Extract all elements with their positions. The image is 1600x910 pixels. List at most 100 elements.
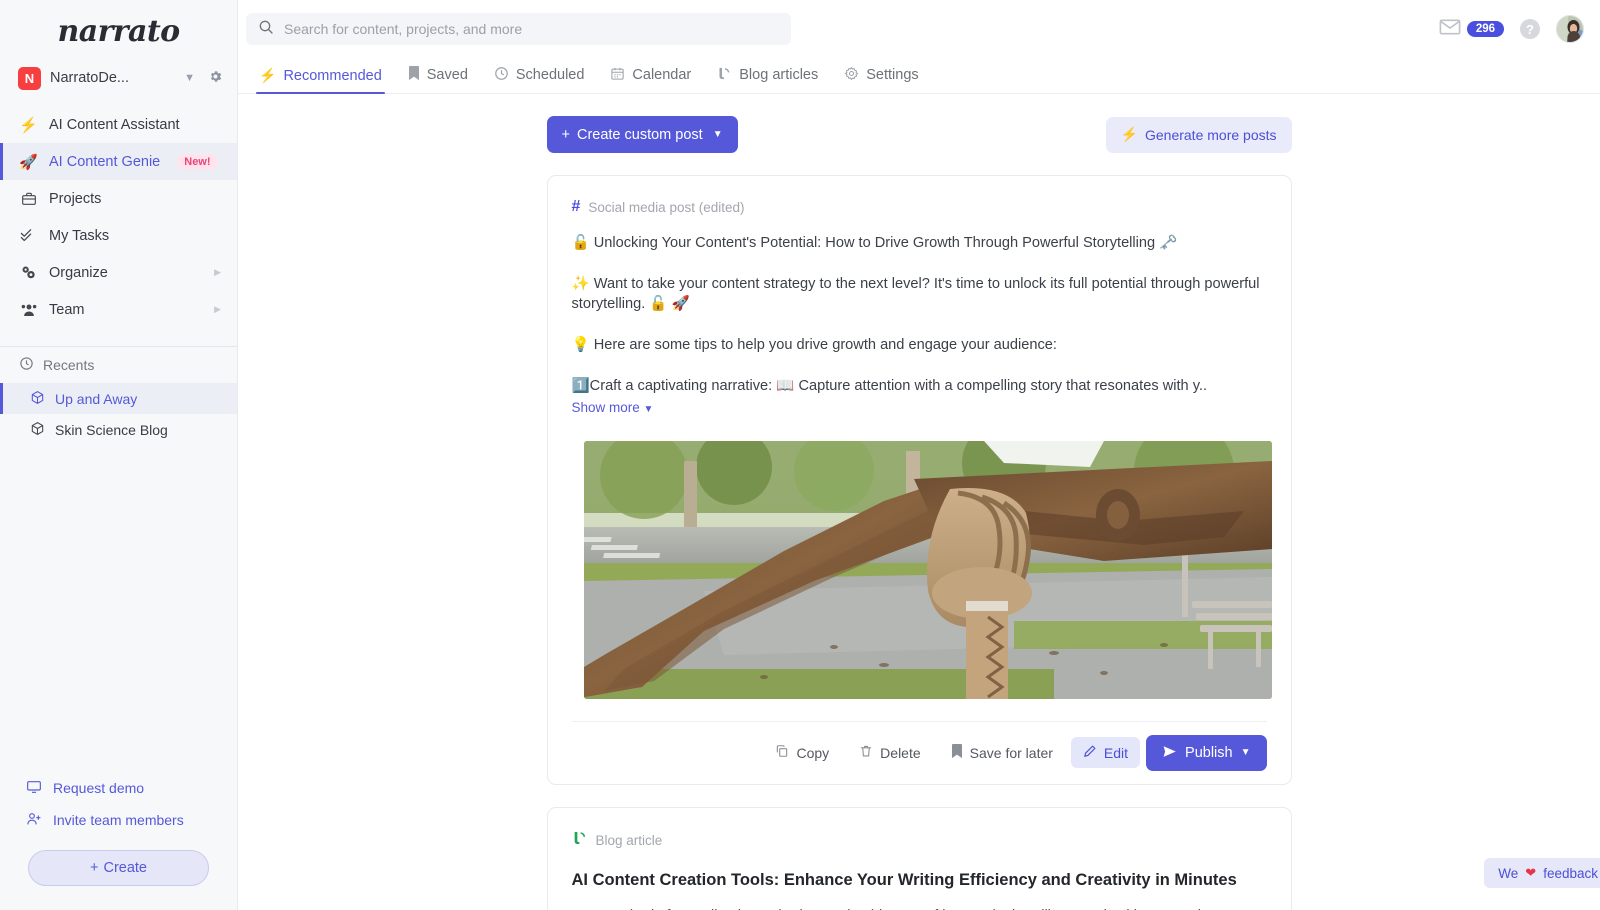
blog-article-card: Blog article AI Content Creation Tools: … xyxy=(547,807,1292,910)
mail-icon[interactable] xyxy=(1439,19,1461,40)
workspace-name: NarratoDe... xyxy=(50,70,171,86)
sidebar-item-projects[interactable]: Projects xyxy=(0,180,237,217)
tab-calendar[interactable]: Calendar xyxy=(597,66,704,93)
tab-label: Settings xyxy=(866,67,918,83)
hashtag-icon: # xyxy=(572,198,581,216)
blog-type-label: Blog article xyxy=(596,833,663,848)
calendar-icon xyxy=(610,66,625,84)
people-icon xyxy=(19,301,38,319)
lightning-icon: ⚡ xyxy=(19,116,38,134)
post-image xyxy=(584,441,1272,699)
gear-icon xyxy=(844,66,859,84)
feedback-suffix: feedback xyxy=(1543,866,1598,881)
chevron-down-icon: ▼ xyxy=(713,129,723,140)
post-actions: Copy Delete Save for later xyxy=(572,721,1267,784)
generate-more-posts-label: Generate more posts xyxy=(1145,127,1277,143)
clock-icon xyxy=(494,66,509,84)
chevron-down-icon[interactable]: ▼ xyxy=(180,72,199,84)
tab-blog-articles[interactable]: Blog articles xyxy=(704,66,831,93)
pencil-icon xyxy=(1083,744,1097,761)
top-bar: 296 ? xyxy=(238,0,1600,58)
recent-item-skin-science-blog[interactable]: Skin Science Blog xyxy=(0,414,237,445)
avatar[interactable] xyxy=(1556,15,1584,43)
recent-item-label: Up and Away xyxy=(55,391,137,407)
clock-icon xyxy=(19,356,34,374)
mail-count-badge: 296 xyxy=(1467,21,1504,37)
sidebar-item-organize[interactable]: Organize ▶ xyxy=(0,254,237,291)
create-custom-post-button[interactable]: + Create custom post ▼ xyxy=(547,116,738,153)
tab-settings[interactable]: Settings xyxy=(831,66,931,93)
search-box[interactable] xyxy=(246,13,791,45)
copy-icon xyxy=(775,744,789,761)
blog-excerpt: Are you tired of spending hours brainsto… xyxy=(572,906,1267,910)
send-icon xyxy=(1162,744,1177,762)
briefcase-icon xyxy=(19,191,38,207)
sidebar-nav: ⚡ AI Content Assistant 🚀 AI Content Geni… xyxy=(0,106,237,328)
heart-icon: ❤ xyxy=(1525,865,1536,881)
feedback-prefix: We xyxy=(1498,866,1518,881)
tab-label: Blog articles xyxy=(739,67,818,83)
create-custom-post-label: Create custom post xyxy=(577,127,703,143)
post-line: ✨ Want to take your content strategy to … xyxy=(572,274,1267,315)
delete-label: Delete xyxy=(880,745,920,761)
user-plus-icon xyxy=(26,811,42,830)
lightning-icon: ⚡ xyxy=(259,67,276,84)
tab-recommended[interactable]: ⚡ Recommended xyxy=(246,67,395,93)
recent-item-label: Skin Science Blog xyxy=(55,422,168,438)
edit-button[interactable]: Edit xyxy=(1071,737,1140,768)
invite-team-members-link[interactable]: Invite team members xyxy=(0,804,237,836)
create-button-label: Create xyxy=(103,860,147,876)
gear-icon[interactable] xyxy=(208,69,223,87)
rocket-icon: 🚀 xyxy=(19,153,38,171)
tab-saved[interactable]: Saved xyxy=(395,66,481,93)
sidebar: narrato N NarratoDe... ▼ ⚡ AI Content As… xyxy=(0,0,238,910)
publish-button[interactable]: Publish ▼ xyxy=(1146,735,1266,771)
cube-icon xyxy=(30,390,45,408)
copy-button[interactable]: Copy xyxy=(763,737,841,768)
save-for-later-button[interactable]: Save for later xyxy=(939,737,1065,769)
main-area: 296 ? ⚡ Recommended xyxy=(238,0,1600,910)
tab-bar: ⚡ Recommended Saved Scheduled Calendar xyxy=(238,58,1600,94)
plus-icon: + xyxy=(562,127,570,143)
recents-label: Recents xyxy=(43,357,94,373)
show-more-button[interactable]: Show more ▼ xyxy=(572,400,654,415)
sidebar-item-team[interactable]: Team ▶ xyxy=(0,291,237,328)
new-badge: New! xyxy=(177,154,217,170)
generate-more-posts-button[interactable]: ⚡ Generate more posts xyxy=(1106,117,1292,153)
trash-icon xyxy=(859,744,873,761)
feedback-button[interactable]: We ❤ feedback xyxy=(1484,858,1600,888)
sidebar-item-ai-content-genie[interactable]: 🚀 AI Content Genie New! xyxy=(0,143,237,180)
sidebar-item-label: Organize xyxy=(49,265,108,281)
recent-item-up-and-away[interactable]: Up and Away xyxy=(0,383,237,414)
workspace-switcher[interactable]: N NarratoDe... ▼ xyxy=(0,56,237,100)
create-button[interactable]: + Create xyxy=(28,850,209,886)
tab-label: Saved xyxy=(427,67,468,83)
help-icon[interactable]: ? xyxy=(1520,19,1540,39)
cogs-icon xyxy=(19,264,38,281)
feed-toolbar: + Create custom post ▼ ⚡ Generate more p… xyxy=(547,116,1292,153)
bookmark-icon xyxy=(951,744,963,762)
content-scroll-region[interactable]: + Create custom post ▼ ⚡ Generate more p… xyxy=(238,94,1600,910)
tab-scheduled[interactable]: Scheduled xyxy=(481,66,598,93)
workspace-avatar: N xyxy=(18,67,41,90)
sidebar-item-my-tasks[interactable]: My Tasks xyxy=(0,217,237,254)
blog-type-row: Blog article xyxy=(572,830,1267,851)
search-icon xyxy=(258,19,274,40)
save-for-later-label: Save for later xyxy=(970,745,1053,761)
top-bar-actions: 296 ? xyxy=(1439,15,1586,43)
search-input[interactable] xyxy=(284,21,779,37)
blog-title[interactable]: AI Content Creation Tools: Enhance Your … xyxy=(572,871,1267,890)
chevron-down-icon[interactable]: ▼ xyxy=(1241,747,1251,758)
edit-label: Edit xyxy=(1104,745,1128,761)
recents-header: Recents xyxy=(0,347,237,383)
sidebar-item-ai-content-assistant[interactable]: ⚡ AI Content Assistant xyxy=(0,106,237,143)
plus-icon: + xyxy=(90,860,98,876)
post-line: 1️⃣Craft a captivating narrative: 📖 Capt… xyxy=(572,376,1267,397)
blogger-icon xyxy=(717,66,732,84)
app-root: narrato N NarratoDe... ▼ ⚡ AI Content As… xyxy=(0,0,1600,910)
brand-logo[interactable]: narrato xyxy=(0,0,237,56)
notifications-mail[interactable]: 296 xyxy=(1439,19,1504,40)
sidebar-item-label: Team xyxy=(49,302,84,318)
request-demo-link[interactable]: Request demo xyxy=(0,772,237,804)
delete-button[interactable]: Delete xyxy=(847,737,932,768)
